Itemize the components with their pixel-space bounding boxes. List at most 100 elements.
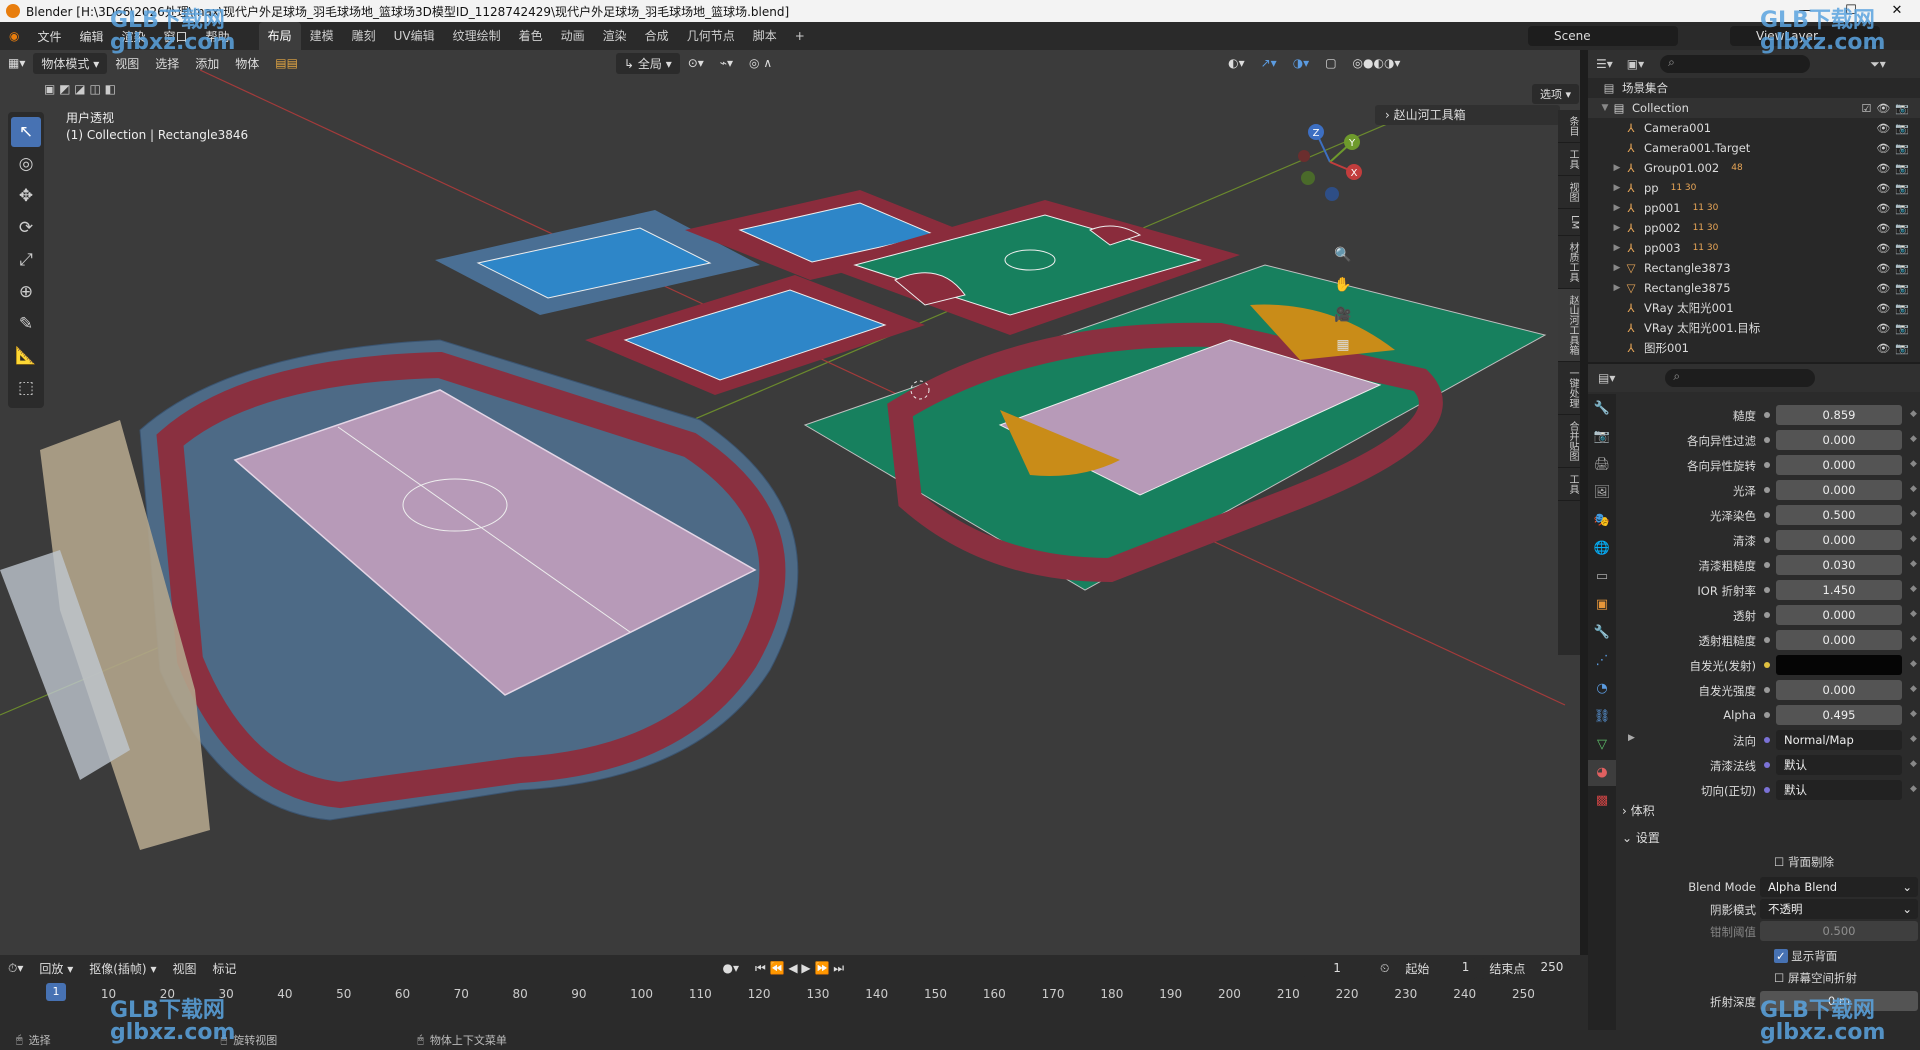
- tab-layout[interactable]: 布局: [258, 22, 301, 50]
- annotate-tool-icon[interactable]: ✎: [11, 309, 41, 339]
- keyframe-dot-icon[interactable]: ◆: [1910, 534, 1917, 544]
- outliner-item[interactable]: ▶ ⅄ pp002 11 30 👁📷: [1588, 218, 1920, 238]
- property-field[interactable]: Normal/Map: [1776, 730, 1902, 750]
- tab-animation[interactable]: 动画: [552, 22, 594, 50]
- property-field[interactable]: 0.000: [1776, 430, 1902, 450]
- side-tab-item[interactable]: 条目: [1558, 110, 1580, 143]
- property-field[interactable]: 默认: [1776, 780, 1902, 800]
- visibility-icons[interactable]: 👁📷: [1876, 262, 1914, 275]
- property-field[interactable]: 0.000: [1776, 530, 1902, 550]
- side-tab-toolbox[interactable]: 赵山河工具箱: [1558, 289, 1580, 363]
- outliner-scene-collection[interactable]: ▤ 场景集合: [1588, 78, 1920, 98]
- menu-edit[interactable]: 编辑: [71, 28, 113, 45]
- 3d-viewport[interactable]: ▦▾ 物体模式 ▾ 视图 选择 添加 物体 ▤▤ ↳ 全局 ▾ ⊙▾ ⌁▾ ◎ …: [0, 50, 1580, 955]
- property-field[interactable]: 0.500: [1776, 505, 1902, 525]
- data-tab-icon[interactable]: ▽: [1588, 732, 1616, 758]
- gizmo-toggle-icon[interactable]: ↗▾: [1253, 54, 1285, 72]
- socket-dot-icon[interactable]: [1764, 462, 1770, 468]
- side-tab-merge-textures[interactable]: 合并贴图: [1558, 415, 1580, 469]
- visibility-icons[interactable]: 👁📷: [1876, 122, 1914, 135]
- menu-marker[interactable]: 标记: [204, 958, 244, 979]
- property-field[interactable]: 默认: [1776, 755, 1902, 775]
- rotate-tool-icon[interactable]: ⟳: [11, 213, 41, 243]
- expand-chevron-icon[interactable]: ▶: [1610, 223, 1624, 233]
- tab-compositing[interactable]: 合成: [636, 22, 678, 50]
- visibility-icons[interactable]: 👁📷: [1876, 282, 1914, 295]
- select-mode-icons[interactable]: ▣ ◩ ◪ ◫ ◧: [44, 82, 116, 96]
- modifier-tab-icon[interactable]: 🔧: [1588, 620, 1616, 646]
- view-layer-tab-icon[interactable]: 🖼: [1588, 480, 1616, 506]
- outliner-item[interactable]: ▶ ▽ Rectangle3873 👁📷: [1588, 258, 1920, 278]
- property-field[interactable]: 0.000: [1776, 680, 1902, 700]
- proportional-edit-icon[interactable]: ◎ ∧: [741, 54, 780, 72]
- preview-range-icon[interactable]: ⏲: [1372, 959, 1397, 978]
- pivot-icon[interactable]: ⊙▾: [680, 54, 712, 72]
- socket-dot-icon[interactable]: [1764, 612, 1770, 618]
- property-field[interactable]: 0.030: [1776, 555, 1902, 575]
- fbx-import-icon[interactable]: ▤▤: [267, 54, 306, 72]
- expand-chevron-icon[interactable]: ▶: [1610, 283, 1624, 293]
- current-frame-field[interactable]: 1: [1302, 959, 1373, 977]
- settings-section[interactable]: ⌄ 设置: [1622, 827, 1916, 849]
- xray-icon[interactable]: ▢: [1317, 54, 1344, 72]
- add-cube-tool-icon[interactable]: ⬚: [11, 373, 41, 403]
- socket-dot-icon[interactable]: [1764, 787, 1770, 793]
- socket-dot-icon[interactable]: [1764, 412, 1770, 418]
- end-frame-field[interactable]: 结束点 250: [1481, 957, 1572, 979]
- outliner-item[interactable]: ▶ ⅄ pp 11 30 👁📷: [1588, 178, 1920, 198]
- property-field[interactable]: 0.000: [1776, 630, 1902, 650]
- physics-tab-icon[interactable]: ◔: [1588, 676, 1616, 702]
- expand-chevron-icon[interactable]: ▶: [1610, 203, 1624, 213]
- outliner-item[interactable]: ▶ ⅄ Group01.002 48 👁📷: [1588, 158, 1920, 178]
- menu-select[interactable]: 选择: [147, 53, 187, 74]
- keyframe-dot-icon[interactable]: ◆: [1910, 709, 1917, 719]
- outliner-item[interactable]: ▶ ⅄ pp003 11 30 👁📷: [1588, 238, 1920, 258]
- side-tab-tool[interactable]: 工具: [1558, 143, 1580, 176]
- outliner-item[interactable]: ⅄ 图形001 👁📷: [1588, 338, 1920, 358]
- visibility-icons[interactable]: 👁📷: [1876, 182, 1914, 195]
- keyframe-dot-icon[interactable]: ◆: [1910, 634, 1917, 644]
- property-field[interactable]: 0.000: [1776, 455, 1902, 475]
- timeline-editor-icon[interactable]: ⏱▾: [0, 959, 31, 978]
- socket-dot-icon[interactable]: [1764, 512, 1770, 518]
- npanel-header[interactable]: › 赵山河工具箱: [1375, 105, 1560, 125]
- socket-dot-icon[interactable]: [1764, 712, 1770, 718]
- tool-tab-icon[interactable]: 🔧: [1588, 396, 1616, 422]
- menu-file[interactable]: 文件: [28, 28, 70, 45]
- socket-dot-icon[interactable]: [1764, 687, 1770, 693]
- scene-selector[interactable]: Scene: [1528, 26, 1678, 46]
- socket-dot-icon[interactable]: [1764, 637, 1770, 643]
- menu-object[interactable]: 物体: [227, 53, 267, 74]
- socket-dot-icon[interactable]: [1764, 487, 1770, 493]
- backface-culling-checkbox[interactable]: ☐ 背面剔除: [1774, 854, 1834, 870]
- side-tab-material-tools[interactable]: 材质工具: [1558, 236, 1580, 290]
- visibility-icons[interactable]: 👁📷: [1876, 142, 1914, 155]
- mode-dropdown[interactable]: 物体模式 ▾: [33, 52, 108, 74]
- tab-texture-paint[interactable]: 纹理绘制: [444, 22, 510, 50]
- outliner-item[interactable]: ▶ ⅄ pp001 11 30 👁📷: [1588, 198, 1920, 218]
- socket-dot-icon[interactable]: [1764, 562, 1770, 568]
- texture-tab-icon[interactable]: ▩: [1588, 788, 1616, 814]
- material-tab-icon[interactable]: ◕: [1588, 760, 1616, 786]
- menu-view[interactable]: 视图: [107, 53, 147, 74]
- move-tool-icon[interactable]: ✥: [11, 181, 41, 211]
- properties-search-input[interactable]: ⌕: [1665, 369, 1816, 387]
- keyframe-dot-icon[interactable]: ◆: [1910, 609, 1917, 619]
- ortho-grid-icon[interactable]: ▦: [1330, 332, 1356, 358]
- measure-tool-icon[interactable]: 📐: [11, 341, 41, 371]
- side-tab-one-click[interactable]: 一键处理: [1558, 362, 1580, 416]
- shading-modes-icon[interactable]: ◎●◐◑▾: [1345, 54, 1409, 72]
- keyframe-dot-icon[interactable]: ◆: [1910, 484, 1917, 494]
- outliner-item[interactable]: ⅄ Camera001 👁📷: [1588, 118, 1920, 138]
- show-backface-checkbox[interactable]: ✓ 显示背面: [1774, 948, 1837, 964]
- cursor-tool-icon[interactable]: ◎: [11, 149, 41, 179]
- outliner-item[interactable]: ▶ ▽ Rectangle3875 👁📷: [1588, 278, 1920, 298]
- tab-rendering[interactable]: 渲染: [594, 22, 636, 50]
- snap-icon[interactable]: ⌁▾: [712, 54, 741, 72]
- world-tab-icon[interactable]: 🌐: [1588, 536, 1616, 562]
- expand-chevron-icon[interactable]: ▶: [1610, 163, 1624, 173]
- expand-chevron-icon[interactable]: ▶: [1610, 183, 1624, 193]
- outliner-item[interactable]: ⅄ VRay 太阳光001.目标 👁📷: [1588, 318, 1920, 338]
- property-field[interactable]: 0.495: [1776, 705, 1902, 725]
- outliner-item[interactable]: ⅄ Camera001.Target 👁📷: [1588, 138, 1920, 158]
